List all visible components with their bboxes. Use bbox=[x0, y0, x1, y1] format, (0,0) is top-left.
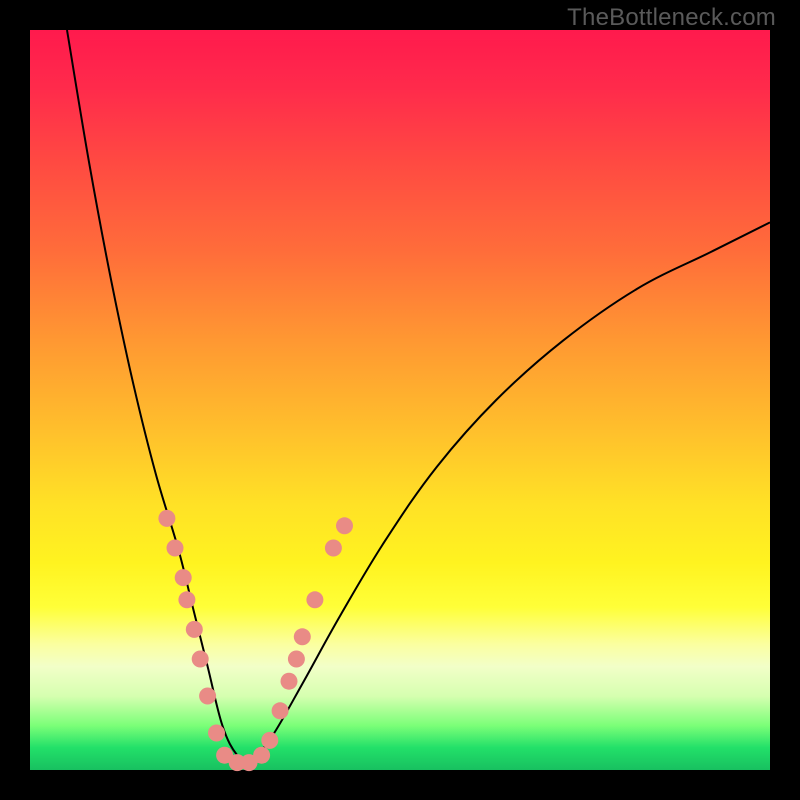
data-dot bbox=[272, 702, 289, 719]
data-dot bbox=[261, 732, 278, 749]
data-dot bbox=[186, 621, 203, 638]
curve-right-arm bbox=[252, 222, 770, 762]
chart-frame: TheBottleneck.com bbox=[0, 0, 800, 800]
data-dot bbox=[281, 673, 298, 690]
data-dot bbox=[306, 591, 323, 608]
dots-group bbox=[158, 510, 353, 771]
data-dot bbox=[175, 569, 192, 586]
curve-layer bbox=[30, 30, 770, 770]
watermark-text: TheBottleneck.com bbox=[567, 4, 776, 32]
curve-left-arm bbox=[67, 30, 252, 763]
data-dot bbox=[208, 725, 225, 742]
data-dot bbox=[336, 517, 353, 534]
data-dot bbox=[325, 540, 342, 557]
data-dot bbox=[288, 651, 305, 668]
data-dot bbox=[158, 510, 175, 527]
data-dot bbox=[294, 628, 311, 645]
data-dot bbox=[192, 651, 209, 668]
data-dot bbox=[199, 688, 216, 705]
plot-area bbox=[30, 30, 770, 770]
data-dot bbox=[167, 540, 184, 557]
data-dot bbox=[178, 591, 195, 608]
data-dot bbox=[253, 747, 270, 764]
